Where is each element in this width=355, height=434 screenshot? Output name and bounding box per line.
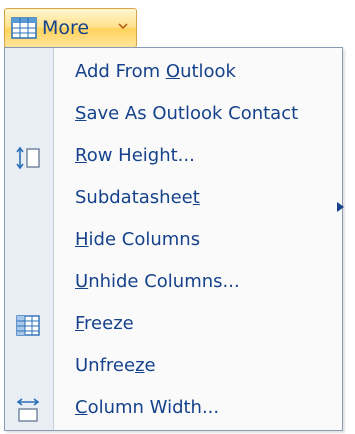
screen: More Add From Outlook Save As Outlook Co… [0, 0, 355, 434]
menu-item-hide-columns[interactable]: Hide Columns [5, 220, 342, 262]
submenu-arrow-icon [337, 202, 344, 212]
more-button-label: More [42, 17, 90, 39]
menu-item-row-height[interactable]: Row Height... [5, 136, 342, 178]
menu-item-column-width[interactable]: Column Width... [5, 388, 342, 430]
menu-item-unfreeze[interactable]: Unfreeze [5, 346, 342, 388]
menu-item-label: Save As Outlook Contact [75, 103, 299, 124]
menu-item-save-as-outlook-contact[interactable]: Save As Outlook Contact [5, 94, 342, 136]
row-height-icon [16, 146, 40, 170]
menu-item-label: Column Width... [75, 397, 220, 418]
menu-item-subdatasheet[interactable]: Subdatasheet [5, 178, 342, 220]
menu-item-label: Unhide Columns... [75, 271, 240, 292]
menu-item-label: Subdatasheet [75, 187, 200, 208]
menu-item-label: Hide Columns [75, 229, 201, 250]
more-dropdown-menu: Add From Outlook Save As Outlook Contact… [4, 47, 344, 431]
menu-item-label: Unfreeze [75, 355, 156, 376]
menu-item-label: Freeze [75, 313, 134, 334]
column-width-icon [16, 398, 40, 422]
menu-item-unhide-columns[interactable]: Unhide Columns... [5, 262, 342, 304]
menu-item-label: Row Height... [75, 145, 195, 166]
menu-item-label: Add From Outlook [75, 61, 236, 82]
menu-item-freeze[interactable]: Freeze [5, 304, 342, 346]
table-icon [11, 17, 37, 39]
chevron-down-icon [118, 23, 128, 30]
more-button[interactable]: More [4, 8, 137, 48]
menu-item-add-from-outlook[interactable]: Add From Outlook [5, 52, 342, 94]
freeze-grid-icon [16, 315, 40, 336]
